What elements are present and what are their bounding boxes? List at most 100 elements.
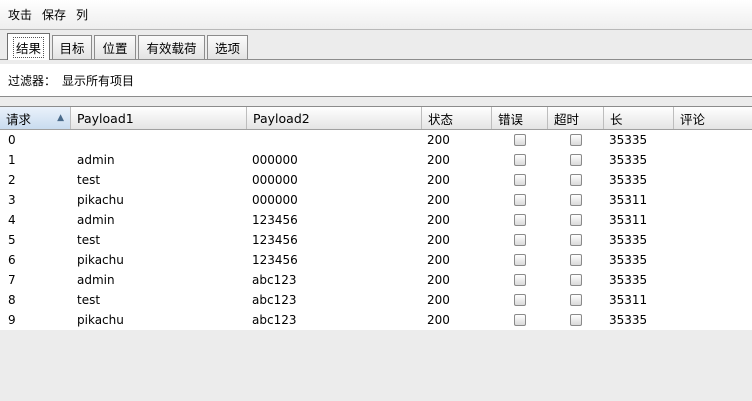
cell-length: 35335 bbox=[609, 253, 648, 267]
cell-payload1: test bbox=[77, 233, 101, 247]
column-header-timeout[interactable]: 超时 bbox=[548, 107, 604, 129]
table-row[interactable]: 8 test abc123 200 35311 bbox=[0, 290, 752, 310]
table-row[interactable]: 3 pikachu 000000 200 35311 bbox=[0, 190, 752, 210]
error-checkbox[interactable] bbox=[514, 134, 526, 146]
filter-label: 过滤器： bbox=[8, 73, 57, 88]
menu-save[interactable]: 保存 bbox=[42, 6, 66, 23]
menu-attack[interactable]: 攻击 bbox=[8, 6, 32, 23]
tab-positions-label: 位置 bbox=[102, 41, 128, 56]
cell-length: 35335 bbox=[609, 313, 648, 327]
timeout-checkbox[interactable] bbox=[570, 154, 582, 166]
table-row[interactable]: 6 pikachu 123456 200 35335 bbox=[0, 250, 752, 270]
column-header-comment-label: 评论 bbox=[680, 111, 706, 127]
timeout-checkbox[interactable] bbox=[570, 254, 582, 266]
cell-status: 200 bbox=[427, 213, 450, 227]
cell-payload1: pikachu bbox=[77, 253, 124, 267]
tab-positions[interactable]: 位置 bbox=[94, 35, 136, 59]
filter-value[interactable]: 显示所有项目 bbox=[62, 72, 134, 89]
filter-bar[interactable]: 过滤器： 显示所有项目 bbox=[0, 60, 752, 97]
cell-payload1: admin bbox=[77, 273, 115, 287]
error-checkbox[interactable] bbox=[514, 194, 526, 206]
cell-request: 6 bbox=[8, 253, 16, 267]
cell-status: 200 bbox=[427, 193, 450, 207]
timeout-checkbox[interactable] bbox=[570, 134, 582, 146]
error-checkbox[interactable] bbox=[514, 234, 526, 246]
table-row[interactable]: 5 test 123456 200 35335 bbox=[0, 230, 752, 250]
column-header-length-label: 长 bbox=[610, 111, 623, 127]
table-row[interactable]: 0 200 35335 bbox=[0, 130, 752, 150]
timeout-checkbox[interactable] bbox=[570, 174, 582, 186]
cell-length: 35335 bbox=[609, 133, 648, 147]
cell-request: 0 bbox=[8, 133, 16, 147]
error-checkbox[interactable] bbox=[514, 214, 526, 226]
cell-payload2: abc123 bbox=[252, 293, 297, 307]
error-checkbox[interactable] bbox=[514, 274, 526, 286]
cell-payload1 bbox=[71, 130, 77, 150]
results-table-body: 0 200 35335 1 admin 000000 200 35335 2 t… bbox=[0, 130, 752, 330]
table-row[interactable]: 1 admin 000000 200 35335 bbox=[0, 150, 752, 170]
cell-comment bbox=[673, 190, 679, 210]
column-header-length[interactable]: 长 bbox=[604, 107, 674, 129]
menu-columns[interactable]: 列 bbox=[76, 6, 88, 23]
table-row[interactable]: 7 admin abc123 200 35335 bbox=[0, 270, 752, 290]
timeout-checkbox[interactable] bbox=[570, 274, 582, 286]
cell-length: 35335 bbox=[609, 233, 648, 247]
tab-options[interactable]: 选项 bbox=[207, 35, 248, 59]
cell-length: 35335 bbox=[609, 273, 648, 287]
cell-payload1: admin bbox=[77, 153, 115, 167]
cell-status: 200 bbox=[427, 313, 450, 327]
cell-request: 9 bbox=[8, 313, 16, 327]
tab-results[interactable]: 结果 bbox=[7, 33, 50, 60]
cell-request: 1 bbox=[8, 153, 16, 167]
error-checkbox[interactable] bbox=[514, 154, 526, 166]
column-header-status[interactable]: 状态 bbox=[422, 107, 492, 129]
timeout-checkbox[interactable] bbox=[570, 194, 582, 206]
cell-length: 35335 bbox=[609, 153, 648, 167]
column-header-timeout-label: 超时 bbox=[554, 111, 580, 127]
error-checkbox[interactable] bbox=[514, 254, 526, 266]
column-header-payload1-label: Payload1 bbox=[77, 110, 134, 126]
cell-payload2: 000000 bbox=[252, 173, 298, 187]
column-header-request[interactable]: 请求 ▲ bbox=[0, 107, 71, 129]
cell-status: 200 bbox=[427, 273, 450, 287]
cell-payload2 bbox=[246, 130, 252, 150]
timeout-checkbox[interactable] bbox=[570, 214, 582, 226]
column-header-comment[interactable]: 评论 bbox=[674, 107, 752, 129]
error-checkbox[interactable] bbox=[514, 294, 526, 306]
cell-request: 2 bbox=[8, 173, 16, 187]
table-row[interactable]: 2 test 000000 200 35335 bbox=[0, 170, 752, 190]
cell-status: 200 bbox=[427, 133, 450, 147]
table-row[interactable]: 9 pikachu abc123 200 35335 bbox=[0, 310, 752, 330]
cell-comment bbox=[673, 310, 679, 330]
column-header-payload2[interactable]: Payload2 bbox=[247, 107, 422, 129]
timeout-checkbox[interactable] bbox=[570, 314, 582, 326]
cell-length: 35311 bbox=[609, 213, 648, 227]
column-header-error[interactable]: 错误 bbox=[492, 107, 548, 129]
timeout-checkbox[interactable] bbox=[570, 294, 582, 306]
cell-payload2: 123456 bbox=[252, 253, 298, 267]
cell-payload1: admin bbox=[77, 213, 115, 227]
cell-comment bbox=[673, 270, 679, 290]
panel-gap bbox=[0, 97, 752, 106]
sort-ascending-icon: ▲ bbox=[57, 113, 64, 123]
cell-comment bbox=[673, 230, 679, 250]
table-row[interactable]: 4 admin 123456 200 35311 bbox=[0, 210, 752, 230]
menu-bar: 攻击 保存 列 bbox=[0, 0, 752, 30]
cell-request: 3 bbox=[8, 193, 16, 207]
tab-options-label: 选项 bbox=[214, 41, 240, 56]
tab-payloads-label: 有效载荷 bbox=[146, 41, 197, 56]
error-checkbox[interactable] bbox=[514, 174, 526, 186]
tab-payloads[interactable]: 有效载荷 bbox=[138, 35, 205, 59]
error-checkbox[interactable] bbox=[514, 314, 526, 326]
timeout-checkbox[interactable] bbox=[570, 234, 582, 246]
cell-comment bbox=[673, 150, 679, 170]
tab-strip: 结果 目标 位置 有效载荷 选项 bbox=[0, 30, 752, 60]
cell-request: 7 bbox=[8, 273, 16, 287]
cell-status: 200 bbox=[427, 173, 450, 187]
cell-payload2: abc123 bbox=[252, 273, 297, 287]
column-header-payload1[interactable]: Payload1 bbox=[71, 107, 247, 129]
cell-payload2: 000000 bbox=[252, 193, 298, 207]
cell-status: 200 bbox=[427, 233, 450, 247]
tab-target[interactable]: 目标 bbox=[52, 35, 92, 59]
cell-payload2: 123456 bbox=[252, 233, 298, 247]
